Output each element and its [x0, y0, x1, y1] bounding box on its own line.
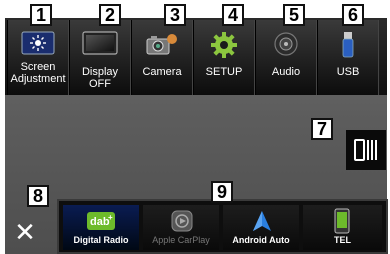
- camera-icon: [145, 31, 179, 62]
- callout-8: 8: [27, 185, 49, 207]
- setup-label: SETUP: [205, 66, 243, 78]
- audio-button[interactable]: Audio: [255, 20, 317, 95]
- source-shortcut-bar: dab + Digital Radio Apple CarPlay Androi…: [57, 199, 388, 254]
- drawer-button[interactable]: [346, 130, 386, 170]
- callout-3: 3: [164, 4, 186, 26]
- usb-label: USB: [336, 66, 360, 78]
- screen-adjustment-icon: [21, 31, 55, 60]
- audio-icon: [273, 31, 299, 62]
- callout-6: 6: [342, 4, 364, 26]
- display-off-icon: [82, 31, 118, 60]
- dab-icon: dab +: [87, 211, 115, 236]
- source-label: Apple CarPlay: [152, 235, 210, 245]
- display-off-label: Display OFF: [81, 66, 119, 90]
- screen-adjustment-button[interactable]: Screen Adjustment: [7, 20, 69, 95]
- source-tel[interactable]: TEL: [303, 205, 382, 250]
- svg-text:+: +: [108, 213, 113, 222]
- callout-5: 5: [283, 4, 305, 26]
- source-label: TEL: [334, 235, 351, 245]
- callout-7: 7: [311, 118, 333, 140]
- setup-button[interactable]: SETUP: [193, 20, 255, 95]
- svg-text:dab: dab: [90, 216, 110, 228]
- screen-adjustment-label: Screen Adjustment: [10, 61, 66, 85]
- source-label: Digital Radio: [73, 235, 129, 245]
- apple-carplay-icon: [171, 210, 193, 237]
- camera-button[interactable]: Camera: [131, 20, 193, 95]
- audio-label: Audio: [271, 66, 301, 78]
- android-auto-icon: [251, 210, 273, 237]
- close-icon[interactable]: ✕: [12, 220, 38, 246]
- usb-icon: [340, 31, 356, 64]
- source-digital-radio[interactable]: dab + Digital Radio: [63, 205, 139, 250]
- camera-label: Camera: [142, 66, 182, 78]
- gear-icon: [210, 31, 238, 64]
- display-off-button[interactable]: Display OFF: [69, 20, 131, 95]
- source-label: Android Auto: [232, 235, 290, 245]
- callout-2: 2: [99, 4, 121, 26]
- drawer-icon: [353, 137, 379, 168]
- usb-button[interactable]: USB: [317, 20, 379, 95]
- callout-9: 9: [211, 181, 233, 203]
- callout-1: 1: [30, 4, 52, 26]
- source-android-auto[interactable]: Android Auto: [223, 205, 299, 250]
- source-apple-carplay[interactable]: Apple CarPlay: [143, 205, 219, 250]
- callout-4: 4: [222, 4, 244, 26]
